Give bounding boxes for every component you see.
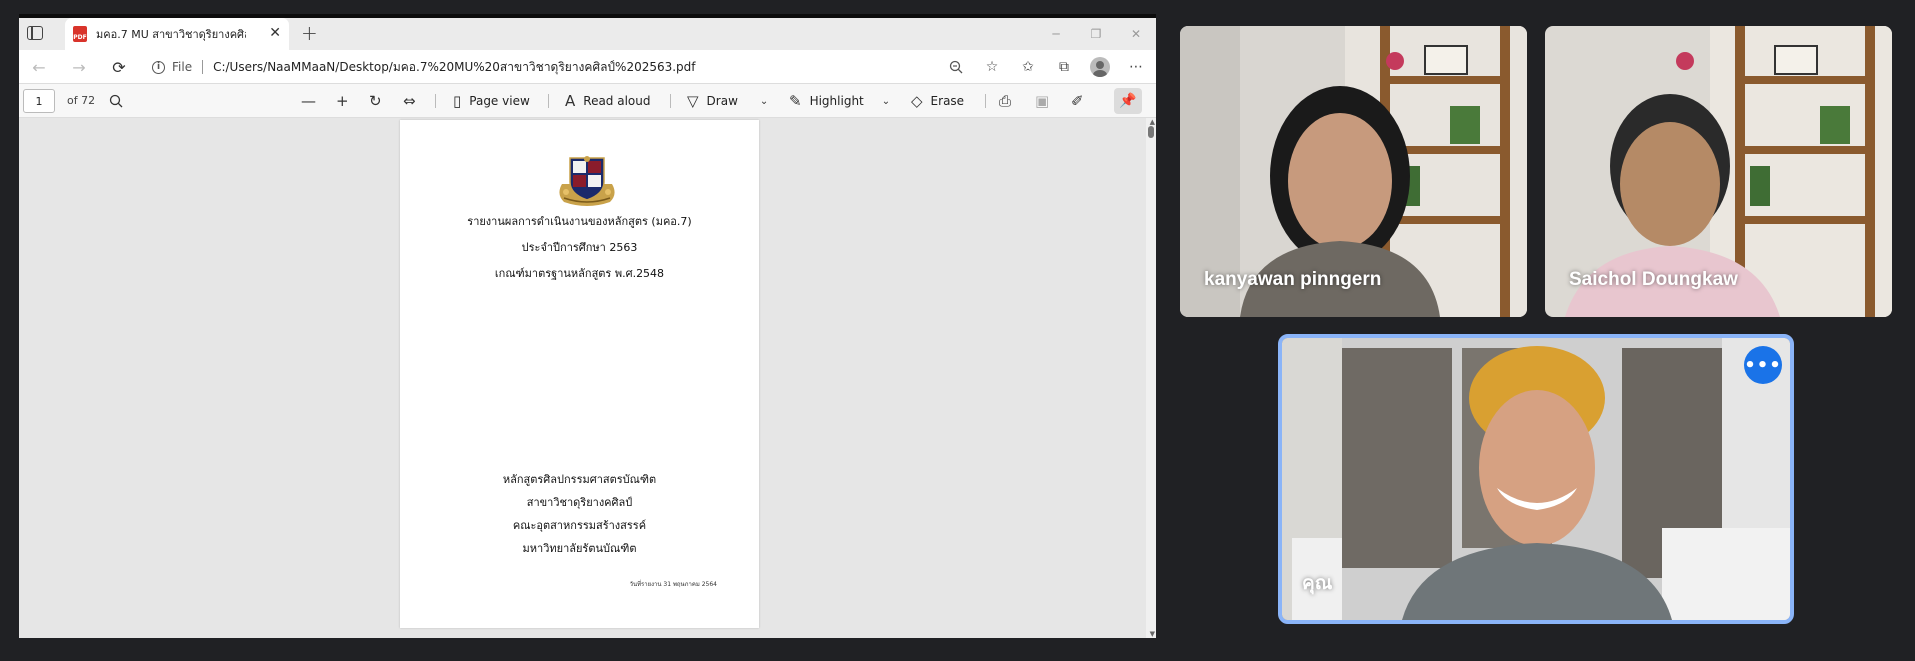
zoom-icon[interactable]: [946, 57, 966, 77]
erase-button[interactable]: ◇ Erase: [911, 91, 964, 111]
pdf-page: รายงานผลการดำเนินงานของหลักสูตร (มคอ.7) …: [400, 120, 759, 628]
draw-button[interactable]: ▽ Draw ⌄: [687, 91, 768, 111]
window-controls: ─ ❐ ✕: [1036, 18, 1156, 50]
draw-icon: ▽: [687, 92, 699, 110]
add-favorite-icon[interactable]: ☆: [982, 57, 1002, 77]
participant-video: [1282, 338, 1790, 620]
read-aloud-label: Read aloud: [583, 94, 651, 108]
participant-name: คุณ: [1302, 573, 1333, 594]
pdf-file-icon: PDF: [73, 26, 87, 42]
vertical-scrollbar[interactable]: ▲ ▼: [1146, 118, 1156, 638]
tab-bar: PDF มคอ.7 MU สาขาวิชาดุริยางคศิลป์ 256 ✕…: [19, 18, 1156, 50]
more-options-button[interactable]: •••: [1744, 346, 1782, 384]
scroll-down-icon[interactable]: ▼: [1150, 630, 1155, 638]
pdf-toolbar: 1 of 72 — + ↻ ⇔ ▯ Page view A Read aloud…: [19, 84, 1156, 118]
page-total: of 72: [67, 94, 96, 107]
save-icon[interactable]: ▣: [1035, 91, 1049, 111]
page-view-button[interactable]: ▯ Page view: [453, 91, 530, 111]
page-view-icon: ▯: [453, 92, 462, 110]
address-bar-actions: ☆ ✩ ⧉ ⋯: [946, 57, 1146, 77]
read-aloud-icon: A: [565, 92, 576, 110]
scrollbar-thumb[interactable]: [1148, 126, 1154, 138]
rotate-icon[interactable]: ↻: [369, 91, 382, 111]
university-crest-logo: [559, 156, 615, 206]
address-bar: ← → ⟳ i File C:/Users/NaaMMaaN/Desktop/ม…: [19, 50, 1156, 84]
url-box[interactable]: i File C:/Users/NaaMMaaN/Desktop/มคอ.7%2…: [152, 54, 1012, 80]
page-view-label: Page view: [469, 94, 530, 108]
browser-window: PDF มคอ.7 MU สาขาวิชาดุริยางคศิลป์ 256 ✕…: [19, 14, 1156, 638]
document-report-date: วันที่รายงาน 31 พฤษภาคม 2564: [629, 581, 717, 588]
document-university: มหาวิทยาลัยรัตนบัณฑิต: [522, 542, 637, 555]
document-program: หลักสูตรศิลปกรรมศาสตรบัณฑิต: [502, 473, 657, 486]
browser-tab[interactable]: PDF มคอ.7 MU สาขาวิชาดุริยางคศิลป์ 256 ✕: [65, 18, 289, 50]
favorites-icon[interactable]: ✩: [1018, 57, 1038, 77]
document-standard: เกณฑ์มาตรฐานหลักสูตร พ.ศ.2548: [494, 267, 665, 280]
print-icon[interactable]: ⎙: [999, 91, 1011, 111]
pdf-viewer[interactable]: รายงานผลการดำเนินงานของหลักสูตร (มคอ.7) …: [19, 118, 1156, 638]
draw-label: Draw: [706, 94, 738, 108]
info-icon[interactable]: i: [152, 60, 165, 74]
participant-name: kanyawan pinngern: [1204, 269, 1382, 290]
document-academic-year: ประจำปีการศึกษา 2563: [521, 241, 638, 254]
collections-icon[interactable]: ⧉: [1054, 57, 1074, 77]
highlight-label: Highlight: [809, 94, 864, 108]
zoom-out-icon[interactable]: —: [301, 91, 316, 111]
restore-button[interactable]: ❐: [1076, 18, 1116, 50]
zoom-in-icon[interactable]: +: [336, 91, 349, 111]
fit-page-icon[interactable]: ⇔: [403, 91, 416, 111]
file-label: File: [172, 60, 193, 74]
search-icon[interactable]: [109, 91, 123, 111]
minimize-button[interactable]: ─: [1036, 18, 1076, 50]
participant-name: Saichol Doungkaw: [1569, 269, 1738, 290]
divider: [548, 94, 549, 108]
pin-toolbar-icon[interactable]: 📌: [1114, 88, 1142, 114]
document-faculty: คณะอุตสาหกรรมสร้างสรรค์: [512, 519, 647, 532]
page-number-input[interactable]: 1: [23, 89, 55, 113]
document-title: รายงานผลการดำเนินงานของหลักสูตร (มคอ.7): [467, 215, 692, 228]
back-button[interactable]: ←: [29, 57, 49, 77]
divider: [670, 94, 671, 108]
divider: [202, 60, 204, 74]
divider: [435, 94, 436, 108]
participant-tile[interactable]: kanyawan pinngern: [1180, 26, 1527, 317]
chevron-down-icon[interactable]: ⌄: [760, 96, 768, 107]
participant-tile[interactable]: Saichol Doungkaw: [1545, 26, 1892, 317]
highlight-icon: ✎: [789, 92, 802, 110]
eraser-icon: ◇: [911, 92, 923, 110]
divider: [985, 94, 986, 108]
tab-title: มคอ.7 MU สาขาวิชาดุริยางคศิลป์ 256: [96, 28, 246, 41]
close-tab-icon[interactable]: ✕: [269, 26, 281, 40]
document-major: สาขาวิชาดุริยางคศิลป์: [526, 496, 633, 509]
save-as-icon[interactable]: ✐: [1071, 91, 1084, 111]
scroll-up-icon[interactable]: ▲: [1150, 118, 1155, 126]
forward-button[interactable]: →: [69, 57, 89, 77]
tab-actions-icon[interactable]: [27, 26, 43, 40]
close-window-button[interactable]: ✕: [1116, 18, 1156, 50]
new-tab-button[interactable]: +: [301, 23, 318, 43]
read-aloud-button[interactable]: A Read aloud: [565, 91, 650, 111]
settings-menu-icon[interactable]: ⋯: [1126, 57, 1146, 77]
url-input[interactable]: C:/Users/NaaMMaaN/Desktop/มคอ.7%20MU%20ส…: [213, 58, 695, 77]
profile-avatar[interactable]: [1090, 57, 1110, 77]
highlight-button[interactable]: ✎ Highlight ⌄: [789, 91, 890, 111]
erase-label: Erase: [930, 94, 965, 108]
chevron-down-icon[interactable]: ⌄: [882, 96, 890, 107]
self-view-tile[interactable]: ••• คุณ: [1278, 334, 1794, 624]
refresh-button[interactable]: ⟳: [109, 57, 129, 77]
